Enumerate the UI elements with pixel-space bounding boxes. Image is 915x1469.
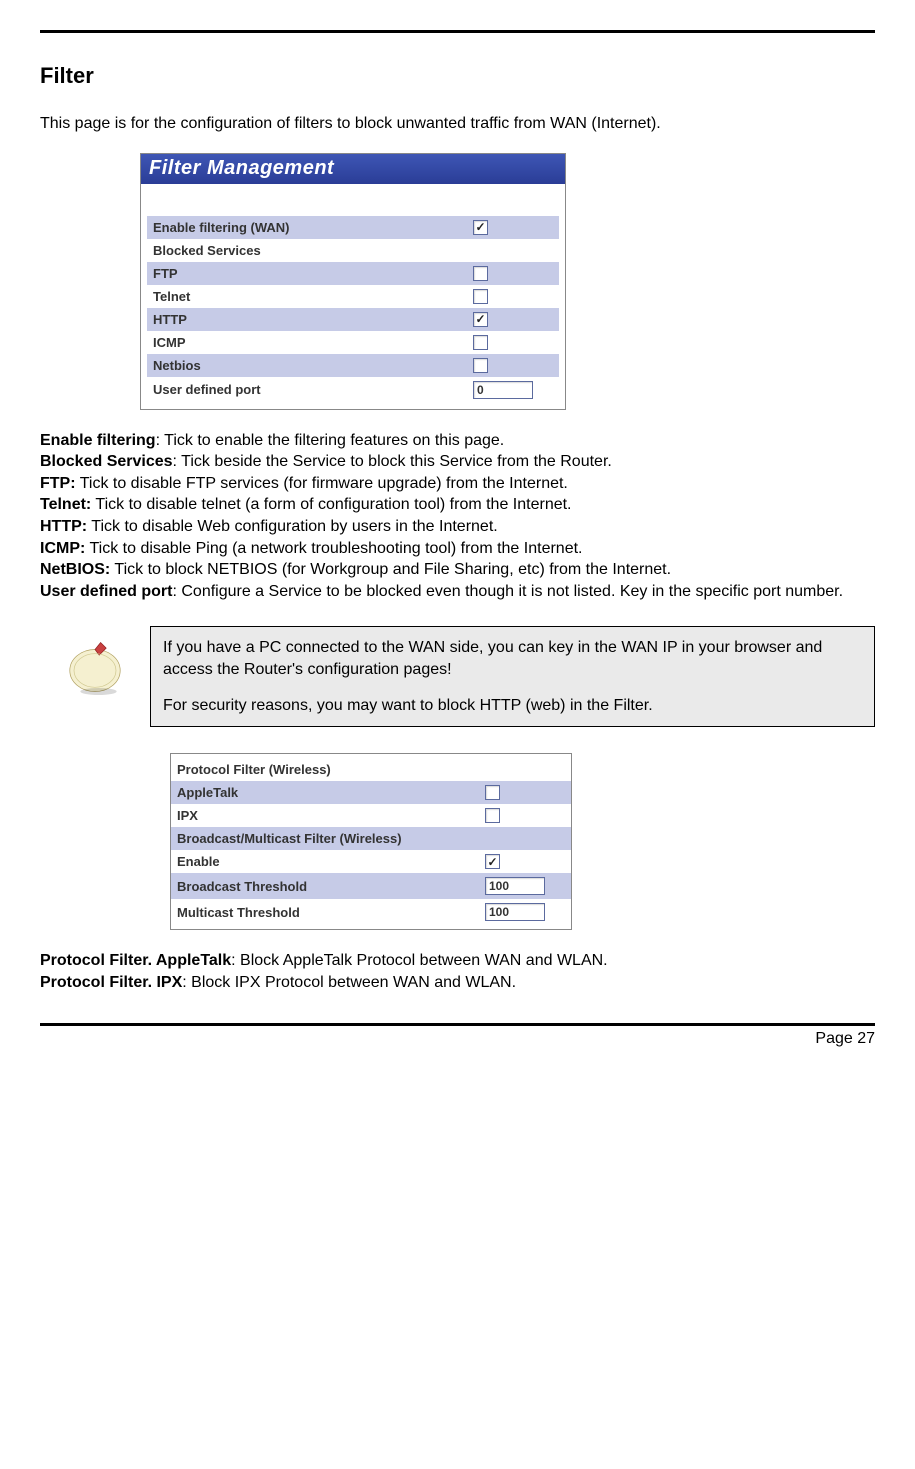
definition-term: Protocol Filter. AppleTalk xyxy=(40,952,231,969)
pin-icon xyxy=(40,626,150,702)
row-label: Multicast Threshold xyxy=(177,905,485,920)
definition-line: HTTP: Tick to disable Web configuration … xyxy=(40,516,875,538)
definition-text: : Block AppleTalk Protocol between WAN a… xyxy=(231,952,607,969)
definition-term: Protocol Filter. IPX xyxy=(40,974,182,991)
section-title: Filter xyxy=(40,63,875,89)
definition-text: : Configure a Service to be blocked even… xyxy=(172,583,843,600)
panel-row: Netbios xyxy=(147,354,559,377)
definition-line: User defined port: Configure a Service t… xyxy=(40,581,875,603)
panel-row: ICMP xyxy=(147,331,559,354)
panel-row: Multicast Threshold100 xyxy=(171,899,571,925)
definition-line: Protocol Filter. IPX: Block IPX Protocol… xyxy=(40,972,875,994)
row-label: FTP xyxy=(153,266,473,281)
row-label: HTTP xyxy=(153,312,473,327)
definition-text: : Tick to enable the filtering features … xyxy=(156,432,505,449)
definition-term: NetBIOS: xyxy=(40,561,110,578)
panel-row: Broadcast Threshold100 xyxy=(171,873,571,899)
panel-row: Protocol Filter (Wireless) xyxy=(171,758,571,781)
panel-row: Enable filtering (WAN) xyxy=(147,216,559,239)
row-label: Telnet xyxy=(153,289,473,304)
panel-row: Blocked Services xyxy=(147,239,559,262)
panel-row: AppleTalk xyxy=(171,781,571,804)
row-label: Broadcast/Multicast Filter (Wireless) xyxy=(177,831,565,846)
page-number: Page 27 xyxy=(40,1030,875,1048)
panel-row: Telnet xyxy=(147,285,559,308)
text-input[interactable]: 100 xyxy=(485,877,545,895)
row-label: AppleTalk xyxy=(177,785,485,800)
definition-line: Protocol Filter. AppleTalk: Block AppleT… xyxy=(40,950,875,972)
definition-text: Tick to block NETBIOS (for Workgroup and… xyxy=(110,561,671,578)
definition-text: Tick to disable telnet (a form of config… xyxy=(91,496,571,513)
definition-term: FTP: xyxy=(40,475,76,492)
protocol-filter-panel: Protocol Filter (Wireless) AppleTalk IPX Br… xyxy=(170,753,572,930)
definition-line: Telnet: Tick to disable telnet (a form o… xyxy=(40,494,875,516)
definition-line: Blocked Services: Tick beside the Servic… xyxy=(40,451,875,473)
panel-row: FTP xyxy=(147,262,559,285)
row-label: Netbios xyxy=(153,358,473,373)
checkbox[interactable] xyxy=(473,220,488,235)
panel-header: Filter Management xyxy=(141,154,565,184)
definition-text: Tick to disable Ping (a network troubles… xyxy=(85,540,582,557)
panel-row: Broadcast/Multicast Filter (Wireless) xyxy=(171,827,571,850)
panel-row: HTTP xyxy=(147,308,559,331)
row-label: ICMP xyxy=(153,335,473,350)
row-label: Enable filtering (WAN) xyxy=(153,220,473,235)
definition-line: Enable filtering: Tick to enable the fil… xyxy=(40,430,875,452)
checkbox[interactable] xyxy=(473,312,488,327)
checkbox[interactable] xyxy=(473,289,488,304)
row-label: Protocol Filter (Wireless) xyxy=(177,762,565,777)
checkbox[interactable] xyxy=(485,808,500,823)
row-label: Blocked Services xyxy=(153,243,553,258)
filter-management-panel: Filter Management Enable filtering (WAN)… xyxy=(140,153,566,410)
row-label: Enable xyxy=(177,854,485,869)
definition-text: : Block IPX Protocol between WAN and WLA… xyxy=(182,974,516,991)
definition-text: Tick to disable FTP services (for firmwa… xyxy=(76,475,568,492)
definition-term: Enable filtering xyxy=(40,432,156,449)
definition-term: ICMP: xyxy=(40,540,85,557)
definition-term: Telnet: xyxy=(40,496,91,513)
definition-term: Blocked Services xyxy=(40,453,173,470)
checkbox[interactable] xyxy=(473,358,488,373)
definition-text: : Tick beside the Service to block this … xyxy=(173,453,612,470)
checkbox[interactable] xyxy=(485,785,500,800)
checkbox[interactable] xyxy=(473,266,488,281)
row-label: User defined port xyxy=(153,382,473,397)
definition-term: User defined port xyxy=(40,583,172,600)
definition-line: ICMP: Tick to disable Ping (a network tr… xyxy=(40,538,875,560)
definitions-block-1: Enable filtering: Tick to enable the fil… xyxy=(40,430,875,603)
definitions-block-2: Protocol Filter. AppleTalk: Block AppleT… xyxy=(40,950,875,993)
definition-line: FTP: Tick to disable FTP services (for f… xyxy=(40,473,875,495)
checkbox[interactable] xyxy=(485,854,500,869)
definition-term: HTTP: xyxy=(40,518,87,535)
panel-row: IPX xyxy=(171,804,571,827)
row-label: Broadcast Threshold xyxy=(177,879,485,894)
definition-text: Tick to disable Web configuration by use… xyxy=(87,518,498,535)
row-label: IPX xyxy=(177,808,485,823)
panel-row: User defined port0 xyxy=(147,377,559,403)
panel-row: Enable xyxy=(171,850,571,873)
note-callout: If you have a PC connected to the WAN si… xyxy=(40,626,875,727)
checkbox[interactable] xyxy=(473,335,488,350)
note-box: If you have a PC connected to the WAN si… xyxy=(150,626,875,727)
note-paragraph-1: If you have a PC connected to the WAN si… xyxy=(163,637,862,680)
text-input[interactable]: 0 xyxy=(473,381,533,399)
text-input[interactable]: 100 xyxy=(485,903,545,921)
intro-text: This page is for the configuration of fi… xyxy=(40,113,875,135)
definition-line: NetBIOS: Tick to block NETBIOS (for Work… xyxy=(40,559,875,581)
note-paragraph-2: For security reasons, you may want to bl… xyxy=(163,695,862,717)
